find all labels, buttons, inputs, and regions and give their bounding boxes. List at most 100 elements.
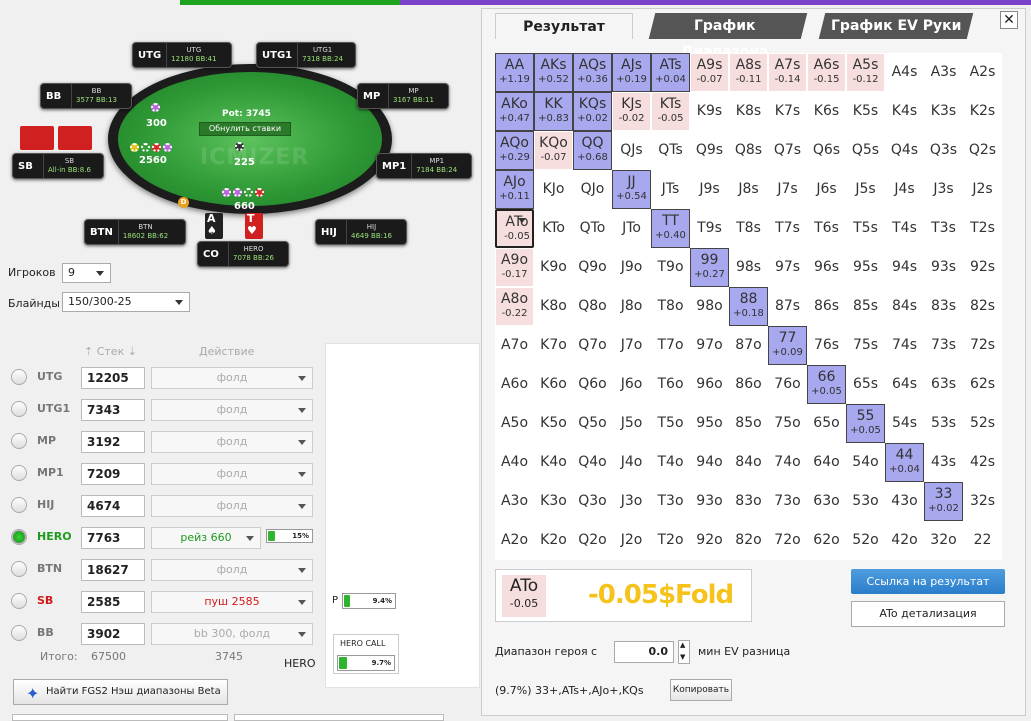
- hand-cell[interactable]: J3s: [924, 170, 963, 209]
- hand-cell[interactable]: 85s: [846, 287, 885, 326]
- hand-cell[interactable]: J7o: [612, 326, 651, 365]
- hand-cell[interactable]: AQo +0.29: [495, 131, 534, 170]
- player-action-select[interactable]: bb 300, фолд: [151, 623, 313, 645]
- player-action-select[interactable]: фолд: [151, 367, 313, 389]
- player-select-radio[interactable]: [11, 561, 27, 577]
- find-nash-ranges-button[interactable]: ✦ Найти FGS2 Нэш диапазоны Beta: [13, 679, 228, 705]
- hand-cell[interactable]: J7s: [768, 170, 807, 209]
- player-action-select[interactable]: фолд: [151, 463, 313, 485]
- hand-cell[interactable]: K6o: [534, 365, 573, 404]
- hand-cell[interactable]: 95s: [846, 248, 885, 287]
- hand-cell[interactable]: Q7s: [768, 131, 807, 170]
- hand-cell[interactable]: 86s: [807, 287, 846, 326]
- hand-cell[interactable]: Q5s: [846, 131, 885, 170]
- player-action-select[interactable]: пуш 2585: [151, 591, 313, 613]
- hand-cell[interactable]: J8s: [729, 170, 768, 209]
- seat-sb[interactable]: SB SB All-in BB:8.6: [12, 153, 104, 179]
- hand-cell[interactable]: 76o: [768, 365, 807, 404]
- hand-cell[interactable]: 52o: [846, 521, 885, 560]
- hand-cell[interactable]: JJ +0.54: [612, 170, 651, 209]
- hand-cell[interactable]: 88 +0.18: [729, 287, 768, 326]
- hand-cell[interactable]: A3o: [495, 482, 534, 521]
- hand-cell[interactable]: T5s: [846, 209, 885, 248]
- hand-cell[interactable]: Q3s: [924, 131, 963, 170]
- hand-cell[interactable]: 65o: [807, 404, 846, 443]
- player-select-radio[interactable]: [11, 401, 27, 417]
- player-select-radio[interactable]: [11, 593, 27, 609]
- seat-mp[interactable]: MP MP 3167 BB:11: [357, 83, 449, 109]
- player-stack-input[interactable]: 7343: [81, 399, 145, 421]
- hand-cell[interactable]: K2o: [534, 521, 573, 560]
- hand-cell[interactable]: 32o: [924, 521, 963, 560]
- hand-cell[interactable]: AA +1.19: [495, 53, 534, 92]
- seat-mp1[interactable]: MP1 MP1 7184 BB:24: [376, 153, 472, 179]
- hand-cell[interactable]: 83o: [729, 482, 768, 521]
- hand-cell[interactable]: 66 +0.05: [807, 365, 846, 404]
- hand-cell[interactable]: J5s: [846, 170, 885, 209]
- hand-cell[interactable]: Q6s: [807, 131, 846, 170]
- hand-cell[interactable]: 96s: [807, 248, 846, 287]
- hand-cell[interactable]: 55 +0.05: [846, 404, 885, 443]
- hand-cell[interactable]: A9s -0.07: [690, 53, 729, 92]
- hand-cell[interactable]: J2s: [963, 170, 1002, 209]
- player-action-select[interactable]: фолд: [151, 495, 313, 517]
- hand-cell[interactable]: 62o: [807, 521, 846, 560]
- link-result-button[interactable]: Ссылка на результат: [851, 569, 1005, 594]
- player-stack-input[interactable]: 7763: [81, 527, 145, 549]
- hand-cell[interactable]: 99 +0.27: [690, 248, 729, 287]
- hand-cell[interactable]: Q2o: [573, 521, 612, 560]
- hand-cell[interactable]: 74o: [768, 443, 807, 482]
- hand-cell[interactable]: J9o: [612, 248, 651, 287]
- hand-cell[interactable]: K4s: [885, 92, 924, 131]
- hand-cell[interactable]: 97s: [768, 248, 807, 287]
- hand-cell[interactable]: 96o: [690, 365, 729, 404]
- tab-result[interactable]: Результат: [495, 13, 633, 39]
- hand-cell[interactable]: 64s: [885, 365, 924, 404]
- hand-cell[interactable]: KQs +0.02: [573, 92, 612, 131]
- hand-cell[interactable]: T2o: [651, 521, 690, 560]
- hand-cell[interactable]: ATo -0.05: [495, 209, 534, 248]
- hand-cell[interactable]: KTo: [534, 209, 573, 248]
- hand-cell[interactable]: T5o: [651, 404, 690, 443]
- hand-cell[interactable]: AJo +0.11: [495, 170, 534, 209]
- hand-cell[interactable]: 83s: [924, 287, 963, 326]
- hand-cell[interactable]: 86o: [729, 365, 768, 404]
- player-action-select[interactable]: рейз 660: [151, 527, 261, 549]
- hand-cell[interactable]: K9o: [534, 248, 573, 287]
- hand-cell[interactable]: 75o: [768, 404, 807, 443]
- hand-cell[interactable]: A6o: [495, 365, 534, 404]
- bottom-tab[interactable]: [234, 714, 444, 721]
- hand-cell[interactable]: Q9o: [573, 248, 612, 287]
- seat-hero-co[interactable]: CO HERO 7078 BB:26: [197, 241, 289, 267]
- hand-cell[interactable]: KQo -0.07: [534, 131, 573, 170]
- hand-cell[interactable]: 54s: [885, 404, 924, 443]
- player-action-select[interactable]: фолд: [151, 399, 313, 421]
- player-select-radio[interactable]: [11, 465, 27, 481]
- hand-cell[interactable]: 75s: [846, 326, 885, 365]
- hand-cell[interactable]: K9s: [690, 92, 729, 131]
- hand-cell[interactable]: A6s -0.15: [807, 53, 846, 92]
- player-select-radio[interactable]: [11, 369, 27, 385]
- hand-cell[interactable]: 98s: [729, 248, 768, 287]
- hand-cell[interactable]: 53s: [924, 404, 963, 443]
- hand-cell[interactable]: 42s: [963, 443, 1002, 482]
- player-select-radio[interactable]: [11, 497, 27, 513]
- hand-cell[interactable]: Q8s: [729, 131, 768, 170]
- player-select-radio[interactable]: [11, 433, 27, 449]
- hand-cell[interactable]: 84s: [885, 287, 924, 326]
- hand-cell[interactable]: Q9s: [690, 131, 729, 170]
- hand-cell[interactable]: Q2s: [963, 131, 1002, 170]
- hand-cell[interactable]: A8s -0.11: [729, 53, 768, 92]
- hand-cell[interactable]: 77 +0.09: [768, 326, 807, 365]
- min-ev-input[interactable]: 0.0: [614, 641, 674, 663]
- hand-cell[interactable]: T4o: [651, 443, 690, 482]
- close-icon[interactable]: ✕: [1000, 11, 1018, 29]
- hand-cell[interactable]: TT +0.40: [651, 209, 690, 248]
- hand-cell[interactable]: 32s: [963, 482, 1002, 521]
- hand-cell[interactable]: 87s: [768, 287, 807, 326]
- hand-cell[interactable]: 94o: [690, 443, 729, 482]
- hand-cell[interactable]: K5o: [534, 404, 573, 443]
- hand-cell[interactable]: 74s: [885, 326, 924, 365]
- hand-cell[interactable]: 72o: [768, 521, 807, 560]
- chevron-down-icon[interactable]: ▼: [680, 653, 685, 661]
